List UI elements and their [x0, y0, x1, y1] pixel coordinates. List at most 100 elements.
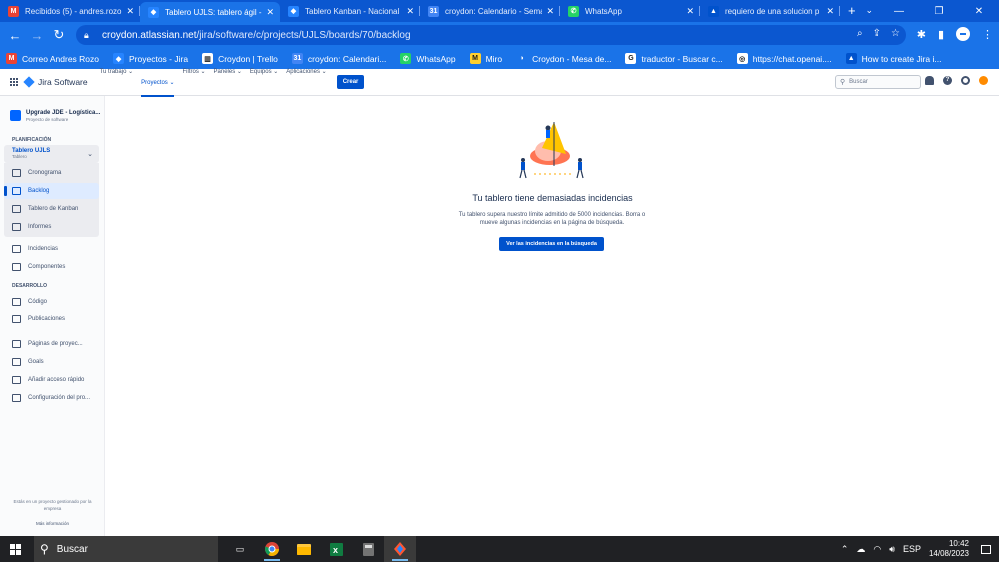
close-tab-icon[interactable]: ✕: [126, 6, 134, 17]
sidebar-item[interactable]: Añadir acceso rápido: [12, 372, 84, 388]
project-header[interactable]: Upgrade JDE - Logística... Proyecto de s…: [10, 110, 100, 122]
new-tab-button[interactable]: +: [848, 3, 856, 18]
jira-app-icon[interactable]: [384, 536, 416, 562]
sidebar-item[interactable]: Incidencias: [12, 241, 58, 257]
back-icon[interactable]: ←: [4, 28, 26, 43]
bookmark-icon: ◎: [736, 53, 748, 64]
notification-center-icon[interactable]: [981, 544, 991, 554]
sidebar-item[interactable]: Código: [12, 294, 47, 310]
sidebar-footer: Estás en un proyecto gestionado por la e…: [6, 498, 99, 527]
sidebar-item[interactable]: Tablero de Kanban: [12, 201, 78, 217]
bookmark-item[interactable]: M Correo Andres Rozo: [6, 53, 99, 64]
browser-tab[interactable]: 31 croydon: Calendario - Sema ✕: [420, 0, 560, 22]
jira-menu-item[interactable]: Equipos ⌄: [250, 68, 278, 97]
jira-menu-item[interactable]: Filtros ⌄: [182, 68, 205, 97]
bookmark-icon: ◑: [516, 53, 528, 64]
browser-tab[interactable]: ▲ requiero de una solucion p ✕: [700, 0, 840, 22]
show-hidden-icons-icon[interactable]: ⌃: [841, 544, 849, 555]
sidebar-item[interactable]: Backlog: [4, 183, 99, 199]
bookmark-item[interactable]: 31 croydon: Calendari...: [291, 53, 386, 64]
browser-tab-strip: M Recibidos (5) - andres.rozo@ ✕ ◆ Tablero U…: [0, 0, 999, 22]
chrome-taskbar-icon[interactable]: [256, 536, 288, 562]
svg-text:x: x: [333, 545, 338, 555]
bookmark-icon: 31: [291, 53, 303, 64]
create-button[interactable]: Crear: [336, 75, 365, 89]
clock[interactable]: 10:42 14/08/2023: [929, 539, 969, 559]
calculator-icon[interactable]: [352, 536, 384, 562]
chrome-menu-icon[interactable]: ⋮: [982, 28, 993, 41]
settings-gear-icon[interactable]: [961, 76, 970, 85]
share-icon[interactable]: ⇪: [873, 28, 881, 39]
jira-logo[interactable]: Jira Software: [23, 76, 88, 88]
tab-search-icon[interactable]: ⌄: [865, 5, 873, 16]
zoom-icon[interactable]: ⌕: [857, 28, 863, 39]
side-panel-icon[interactable]: ▮: [938, 28, 944, 41]
more-info-link[interactable]: Más información: [6, 520, 99, 527]
tab-title: requiero de una solucion p: [725, 6, 820, 16]
browser-tab[interactable]: ◆ Tablero UJLS: tablero ágil - ✕: [140, 2, 280, 22]
file-explorer-icon[interactable]: [288, 536, 320, 562]
bookmark-item[interactable]: ✆ WhatsApp: [400, 53, 456, 64]
reload-icon[interactable]: ↻: [48, 27, 70, 43]
bookmark-item[interactable]: ◎ https://chat.openai....: [736, 53, 832, 64]
jira-search-input[interactable]: ⚲ Buscar: [835, 75, 921, 89]
jira-icon: [23, 76, 35, 88]
bookmark-item[interactable]: ◆ Proyectos - Jira: [113, 53, 188, 64]
close-window-icon[interactable]: ✕: [959, 6, 999, 17]
close-tab-icon[interactable]: ✕: [826, 6, 834, 17]
excel-icon[interactable]: x: [320, 536, 352, 562]
jira-menu-item[interactable]: Paneles ⌄: [214, 68, 242, 97]
bookmark-item[interactable]: ▥ Croydon | Trello: [202, 53, 278, 64]
extensions-icon[interactable]: ✱: [917, 28, 926, 41]
browser-tab[interactable]: M Recibidos (5) - andres.rozo@ ✕: [0, 0, 140, 22]
sidebar-item[interactable]: Cronograma: [12, 165, 61, 181]
minimize-icon[interactable]: —: [879, 6, 919, 17]
tab-title: WhatsApp: [585, 6, 622, 16]
lock-icon[interactable]: 🔒︎: [84, 30, 96, 41]
sidebar-item[interactable]: Configuración del pro...: [12, 390, 90, 406]
help-icon[interactable]: ?: [943, 76, 952, 85]
task-view-icon[interactable]: ▭: [224, 536, 256, 562]
view-issues-in-search-button[interactable]: Ver las incidencias en la búsqueda: [499, 237, 604, 251]
sidebar-item[interactable]: Publicaciones: [12, 311, 65, 327]
app-switcher-icon[interactable]: [10, 78, 18, 86]
bookmark-star-icon[interactable]: ☆: [891, 28, 900, 39]
network-icon[interactable]: ◠: [873, 544, 881, 555]
sidebar-item-label: Publicaciones: [28, 316, 66, 322]
maximize-icon[interactable]: ❐: [919, 6, 959, 17]
code-icon: [12, 298, 21, 306]
bookmark-item[interactable]: ▲ How to create Jira i...: [845, 53, 942, 64]
notifications-icon[interactable]: [925, 76, 934, 85]
profile-avatar[interactable]: [956, 27, 970, 41]
close-tab-icon[interactable]: ✕: [546, 6, 554, 17]
close-tab-icon[interactable]: ✕: [406, 6, 414, 17]
language-indicator[interactable]: ESP: [903, 544, 921, 554]
close-tab-icon[interactable]: ✕: [686, 6, 694, 17]
windows-start-icon[interactable]: [10, 543, 21, 555]
sidebar-item-label: Backlog: [28, 188, 50, 194]
releases-icon: [12, 315, 21, 323]
jira-menu-item[interactable]: Aplicaciones ⌄: [286, 68, 326, 97]
bookmark-item[interactable]: ◑ Croydon - Mesa de...: [516, 53, 611, 64]
backlog-icon: [12, 187, 21, 195]
sidebar-item[interactable]: Goals: [12, 354, 44, 370]
browser-tab[interactable]: ✆ WhatsApp ✕: [560, 0, 700, 22]
bookmark-item[interactable]: M Miro: [469, 53, 502, 64]
close-tab-icon[interactable]: ✕: [266, 7, 274, 18]
board-selector[interactable]: Tablero UJLS Tablero ⌄: [4, 145, 99, 163]
url-field[interactable]: 🔒︎ croydon.atlassian.net/jira/software/c…: [76, 25, 906, 45]
bookmark-icon: M: [6, 53, 17, 64]
weather-cloud-icon[interactable]: ☁: [856, 544, 865, 555]
sidebar-item[interactable]: Páginas de proyec...: [12, 336, 83, 352]
bookmark-item[interactable]: Gtraductor - Buscar c...: [625, 53, 723, 64]
jira-menu-item[interactable]: Proyectos ⌄: [141, 79, 175, 97]
forward-icon[interactable]: →: [26, 28, 48, 43]
project-sidebar: Upgrade JDE - Logística... Proyecto de s…: [0, 96, 105, 536]
sidebar-item[interactable]: Informes: [12, 219, 51, 235]
jira-menu-item[interactable]: Tu trabajo ⌄: [100, 68, 134, 97]
browser-tab[interactable]: ◆ Tablero Kanban - Nacional ✕: [280, 0, 420, 22]
user-avatar[interactable]: [979, 76, 988, 85]
taskbar-search[interactable]: ⚲ Buscar: [34, 536, 218, 562]
volume-icon[interactable]: 🔊︎: [889, 544, 895, 555]
sidebar-item[interactable]: Componentes: [12, 259, 65, 275]
